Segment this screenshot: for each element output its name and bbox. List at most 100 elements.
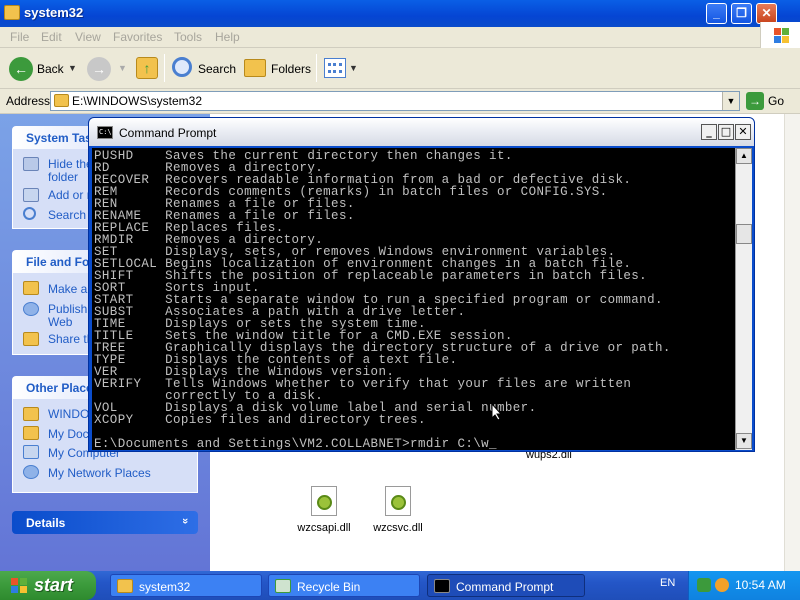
task-share-folder[interactable]: Share th xyxy=(48,332,93,346)
console-line: E:\Documents and Settings\VM2.COLLABNET>… xyxy=(94,437,497,450)
content-scrollbar[interactable] xyxy=(784,114,800,571)
forward-dropdown-icon[interactable]: ▼ xyxy=(118,63,127,73)
menu-file[interactable]: File xyxy=(10,30,29,44)
publish-web-icon xyxy=(23,302,39,316)
my-network-places-icon xyxy=(23,465,39,479)
file-item[interactable]: wzcsvc.dll xyxy=(368,486,428,534)
forward-arrow-icon[interactable]: → xyxy=(87,57,111,81)
address-input[interactable]: E:\WINDOWS\system32 ▼ xyxy=(50,91,740,111)
menu-tools[interactable]: Tools xyxy=(174,30,202,44)
task-search[interactable]: Search f xyxy=(48,208,93,222)
taskbar-button-command-prompt[interactable]: Command Prompt xyxy=(427,574,585,597)
cmd-scrollbar[interactable]: ▲ ▼ xyxy=(735,148,752,450)
go-arrow-icon[interactable]: → xyxy=(746,92,764,110)
dll-file-icon xyxy=(311,486,337,516)
new-folder-icon xyxy=(23,281,39,295)
gear-icon xyxy=(317,495,332,510)
folders-button[interactable]: Folders xyxy=(271,62,311,76)
menu-view[interactable]: View xyxy=(75,30,101,44)
windows-logo-icon xyxy=(760,22,800,48)
minimize-button[interactable]: _ xyxy=(706,3,727,24)
console-line: XCOPY Copies files and directory trees. xyxy=(94,413,426,427)
share-folder-icon xyxy=(23,332,39,346)
logo-green-pane xyxy=(782,28,789,35)
cmd-icon: C:\ xyxy=(97,126,113,139)
file-folder-tasks-title: File and Fo xyxy=(26,255,90,269)
my-computer-icon xyxy=(23,445,39,459)
window-title: system32 xyxy=(24,5,84,20)
network-icon[interactable] xyxy=(697,578,711,592)
cmd-minimize-button[interactable]: _ xyxy=(701,124,717,140)
search-button[interactable]: Search xyxy=(198,62,236,76)
search-icon xyxy=(23,207,36,220)
add-remove-icon xyxy=(23,188,39,202)
task-publish-web-cont[interactable]: Web xyxy=(48,315,72,329)
restore-button[interactable]: ❐ xyxy=(731,3,752,24)
clock[interactable]: 10:54 AM xyxy=(735,578,786,592)
gear-icon xyxy=(391,495,406,510)
menu-edit[interactable]: Edit xyxy=(41,30,62,44)
windows-flag-icon xyxy=(11,578,27,593)
views-icon[interactable] xyxy=(324,58,346,78)
windows-folder-icon xyxy=(23,407,39,421)
up-folder-icon[interactable]: ↑ xyxy=(136,57,158,79)
cmd-maximize-button[interactable]: □ xyxy=(718,124,734,140)
task-hide-folder-cont[interactable]: folder xyxy=(48,170,78,184)
start-button[interactable]: start xyxy=(0,571,96,600)
folder-icon xyxy=(54,94,69,107)
taskbar-button-system32[interactable]: system32 xyxy=(110,574,262,597)
cmd-title-bar[interactable]: C:\ Command Prompt _ □ ✕ xyxy=(89,118,754,146)
system-tasks-title: System Tas xyxy=(26,131,92,145)
system-tray: 10:54 AM xyxy=(688,571,800,600)
scroll-up-icon[interactable]: ▲ xyxy=(736,148,752,164)
file-name: wzcsapi.dll xyxy=(297,522,351,534)
address-label: Address xyxy=(6,94,51,108)
back-dropdown-icon[interactable]: ▼ xyxy=(68,63,77,73)
details-title: Details xyxy=(26,516,66,530)
command-prompt-window[interactable]: C:\ Command Prompt _ □ ✕ PUSHD Saves the… xyxy=(88,117,755,452)
folder-icon xyxy=(4,5,20,20)
close-button[interactable]: ✕ xyxy=(756,3,777,24)
language-indicator[interactable]: EN xyxy=(660,577,675,589)
task-hide-folder[interactable]: Hide the xyxy=(48,157,93,171)
task-add-remove[interactable]: Add or r xyxy=(48,188,91,202)
folders-icon[interactable] xyxy=(244,59,266,77)
dll-file-icon xyxy=(385,486,411,516)
search-icon[interactable] xyxy=(172,57,192,77)
menu-favorites[interactable]: Favorites xyxy=(113,30,162,44)
start-label: start xyxy=(34,575,74,595)
toolbar: ← Back ▼ → ▼ ↑ Search Folders ▼ xyxy=(0,48,800,89)
console-output[interactable]: PUSHD Saves the current directory then c… xyxy=(92,148,735,450)
explorer-title-bar[interactable]: system32 _ ❐ ✕ xyxy=(0,0,800,27)
back-arrow-icon[interactable]: ← xyxy=(9,57,33,81)
cmd-icon xyxy=(434,579,450,593)
taskbar-button-recycle-bin[interactable]: Recycle Bin xyxy=(268,574,420,597)
menu-bar: File Edit View Favorites Tools Help xyxy=(0,27,800,48)
views-dropdown-icon[interactable]: ▼ xyxy=(349,63,358,73)
taskbar-button-label: Recycle Bin xyxy=(297,580,361,594)
chevron-down-icon[interactable]: » xyxy=(179,518,191,524)
file-item[interactable]: wzcsapi.dll xyxy=(294,486,354,534)
toolbar-separator xyxy=(316,54,317,82)
back-label[interactable]: Back xyxy=(37,62,64,76)
my-documents-icon xyxy=(23,426,39,440)
taskbar-button-label: system32 xyxy=(139,580,191,594)
recycle-bin-icon xyxy=(275,579,291,593)
details-header[interactable]: Details » xyxy=(12,511,198,534)
logo-red-pane xyxy=(774,28,781,35)
scroll-thumb[interactable] xyxy=(736,224,752,244)
go-button[interactable]: Go xyxy=(768,94,784,108)
taskbar-button-label: Command Prompt xyxy=(456,580,554,594)
address-bar: Address E:\WINDOWS\system32 ▼ → Go xyxy=(0,89,800,114)
place-my-network-places[interactable]: My Network Places xyxy=(48,466,151,480)
tray-app-icon[interactable] xyxy=(715,578,729,592)
address-dropdown-icon[interactable]: ▼ xyxy=(722,92,739,110)
other-places-title: Other Place xyxy=(26,381,93,395)
cmd-title: Command Prompt xyxy=(119,126,217,140)
cmd-close-button[interactable]: ✕ xyxy=(735,124,751,140)
file-name: wzcsvc.dll xyxy=(373,522,423,534)
address-value[interactable]: E:\WINDOWS\system32 xyxy=(72,94,202,108)
scroll-down-icon[interactable]: ▼ xyxy=(736,433,752,449)
menu-help[interactable]: Help xyxy=(215,30,240,44)
hide-folder-icon xyxy=(23,157,39,171)
